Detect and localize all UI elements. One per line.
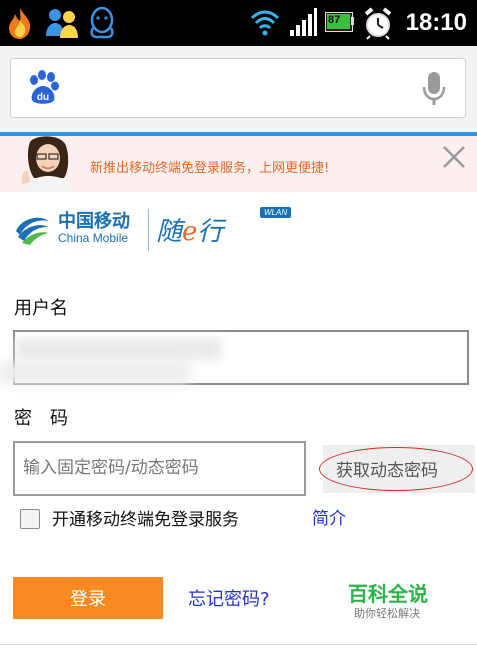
- brand-logo: 中国移动 China Mobile 随e行 WLAN: [10, 205, 310, 255]
- flame-icon: [9, 8, 31, 39]
- wifi-icon: [250, 10, 280, 36]
- service-name: 随e行: [156, 211, 223, 248]
- company-name-cn: 中国移动: [58, 211, 130, 232]
- clock: 18:10: [405, 9, 467, 36]
- qq-icon: [90, 6, 114, 39]
- microphone-icon[interactable]: [421, 71, 447, 107]
- baidu-paw-icon: du: [30, 70, 59, 104]
- agent-avatar: [21, 136, 72, 192]
- battery-level: 87: [328, 14, 341, 26]
- banner-text: 新推出移动终端免登录服务，上网更便捷!: [90, 161, 330, 176]
- china-mobile-logo-icon: [16, 217, 48, 245]
- redacted-username: [16, 338, 221, 360]
- forgot-password-link[interactable]: 忘记密码?: [188, 585, 270, 611]
- redacted-username-overflow: [0, 362, 190, 384]
- search-bar: du: [0, 46, 477, 132]
- close-icon[interactable]: [441, 144, 467, 170]
- password-field[interactable]: [23, 455, 293, 481]
- svg-text:du: du: [37, 92, 49, 103]
- password-field-box: [13, 441, 306, 496]
- auto-login-label: 开通移动终端免登录服务: [52, 510, 239, 530]
- service-name-part: 随: [156, 217, 183, 247]
- watermark-subtitle: 助你轻松解决: [354, 607, 420, 620]
- login-button[interactable]: 登录: [13, 577, 163, 619]
- wlan-badge: WLAN: [260, 207, 292, 218]
- service-name-e: e: [182, 217, 198, 247]
- promo-banner: 新推出移动终端免登录服务，上网更便捷!: [0, 136, 477, 192]
- status-bar: 87 18:10: [0, 0, 477, 46]
- company-name-en: China Mobile: [58, 231, 129, 245]
- battery-icon: 87: [325, 12, 355, 32]
- people-icon: [46, 9, 78, 38]
- alarm-icon: [364, 7, 392, 40]
- username-label: 用户名: [14, 298, 68, 319]
- get-dynamic-password-label: 获取动态密码: [336, 461, 438, 481]
- watermark-title: 百科全说: [348, 582, 428, 606]
- auto-login-checkbox[interactable]: [20, 509, 40, 529]
- get-dynamic-password-button[interactable]: 获取动态密码: [319, 445, 475, 493]
- service-name-part: 行: [197, 217, 224, 247]
- intro-link[interactable]: 简介: [312, 504, 346, 529]
- signal-icon: [290, 8, 317, 36]
- search-input[interactable]: du: [10, 58, 466, 118]
- logo-divider: [148, 209, 149, 251]
- password-label: 密 码: [14, 408, 68, 429]
